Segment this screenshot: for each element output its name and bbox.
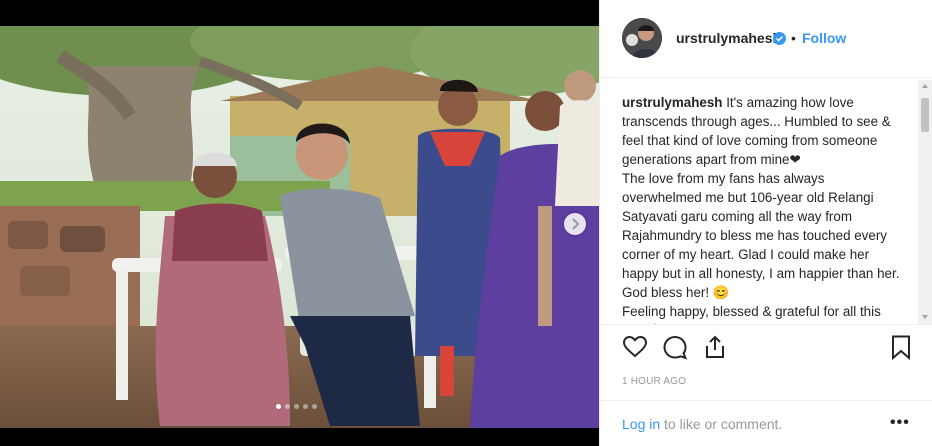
bookmark-icon[interactable] [888,334,914,360]
post-timestamp[interactable]: 1 HOUR AGO [622,376,686,387]
next-arrow-icon[interactable] [564,213,586,235]
share-icon[interactable] [702,334,728,360]
actions-divider [600,324,932,325]
verified-badge-icon [773,32,786,45]
username-link[interactable]: urstrulymahesh [676,30,781,46]
post-photo [0,26,599,428]
more-options-icon[interactable]: ••• [890,414,910,432]
post-media [0,0,599,446]
comment-icon[interactable] [662,334,688,360]
login-prompt-text: to like or comment. [660,416,783,432]
post-header: urstrulymahesh • Follow [600,0,932,78]
separator-dot: • [791,30,796,46]
follow-button[interactable]: Follow [802,30,846,46]
carousel-dot [294,404,299,409]
carousel-dot [303,404,308,409]
post-footer: Log in to like or comment. ••• [600,400,932,446]
carousel-dot [276,404,281,409]
scrollbar-thumb[interactable] [921,98,929,132]
caption-scrollbar[interactable] [918,80,932,324]
carousel-dot [312,404,317,409]
caption: urstrulymahesh It's amazing how love tra… [622,93,902,325]
scroll-up-icon[interactable] [922,84,928,88]
caption-text: It's amazing how love transcends through… [622,95,900,325]
login-prompt: Log in to like or comment. [622,416,782,432]
caption-username[interactable]: urstrulymahesh [622,95,722,110]
post-photo-illustration [0,26,599,428]
carousel-dot [285,404,290,409]
caption-scroll-area[interactable]: urstrulymahesh It's amazing how love tra… [600,79,932,325]
scroll-down-icon[interactable] [922,315,928,319]
carousel-indicator [276,404,317,409]
login-link[interactable]: Log in [622,416,660,432]
heart-icon[interactable] [622,334,648,360]
avatar[interactable] [622,18,662,58]
post-sidebar: urstrulymahesh • Follow urstrulymahesh I… [599,0,932,446]
